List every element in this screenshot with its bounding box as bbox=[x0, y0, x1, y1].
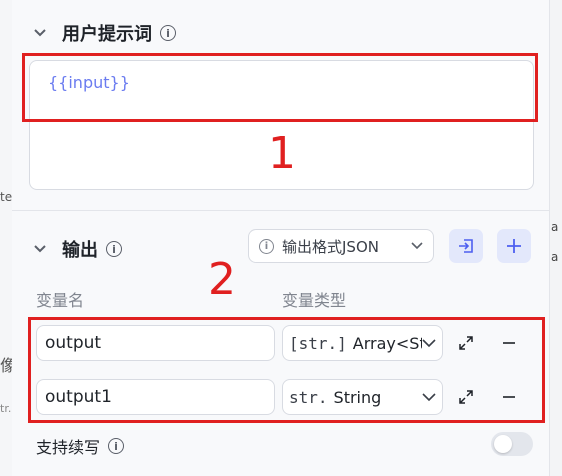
left-fragment: tr. bbox=[0, 402, 12, 415]
output-format-label: 输出格式JSON bbox=[282, 237, 379, 256]
column-header-name: 变量名 bbox=[36, 291, 85, 310]
user-prompt-header[interactable]: 用户提示词 i bbox=[32, 20, 176, 46]
right-fragment: a bbox=[551, 220, 559, 234]
annotation-box-2 bbox=[28, 317, 545, 423]
divider bbox=[12, 210, 549, 211]
left-fragment: te bbox=[0, 190, 13, 204]
info-icon[interactable]: i bbox=[106, 241, 122, 257]
continue-writing-toggle[interactable] bbox=[491, 432, 533, 456]
import-button[interactable] bbox=[449, 229, 483, 263]
chevron-down-icon[interactable] bbox=[32, 25, 48, 41]
section-title: 用户提示词 bbox=[62, 24, 152, 45]
continue-writing-label: 支持续写 i bbox=[36, 434, 125, 458]
toggle-knob bbox=[494, 435, 512, 453]
section-title: 输出 bbox=[62, 240, 98, 261]
annotation-label-2: 2 bbox=[208, 254, 236, 305]
annotation-box-1 bbox=[22, 53, 538, 122]
node-config-panel: 用户提示词 i {{input}} 输出 i i 输出格式JSON 变量名 变量… bbox=[12, 0, 549, 476]
info-icon[interactable]: i bbox=[108, 438, 125, 454]
info-icon[interactable]: i bbox=[160, 25, 176, 41]
annotation-label-1: 1 bbox=[268, 128, 296, 179]
add-output-button[interactable] bbox=[497, 229, 531, 263]
chevron-down-icon bbox=[411, 242, 423, 250]
output-format-select[interactable]: i 输出格式JSON bbox=[248, 229, 434, 263]
info-icon: i bbox=[259, 238, 274, 254]
output-header[interactable]: 输出 i bbox=[32, 236, 122, 262]
chevron-down-icon[interactable] bbox=[32, 241, 48, 257]
right-fragment: a bbox=[551, 250, 559, 264]
import-icon bbox=[459, 239, 473, 253]
continue-writing-text: 支持续写 bbox=[36, 438, 101, 457]
column-header-type: 变量类型 bbox=[282, 291, 347, 310]
plus-icon bbox=[507, 239, 521, 253]
right-neighbor-panel: a a bbox=[549, 0, 562, 476]
